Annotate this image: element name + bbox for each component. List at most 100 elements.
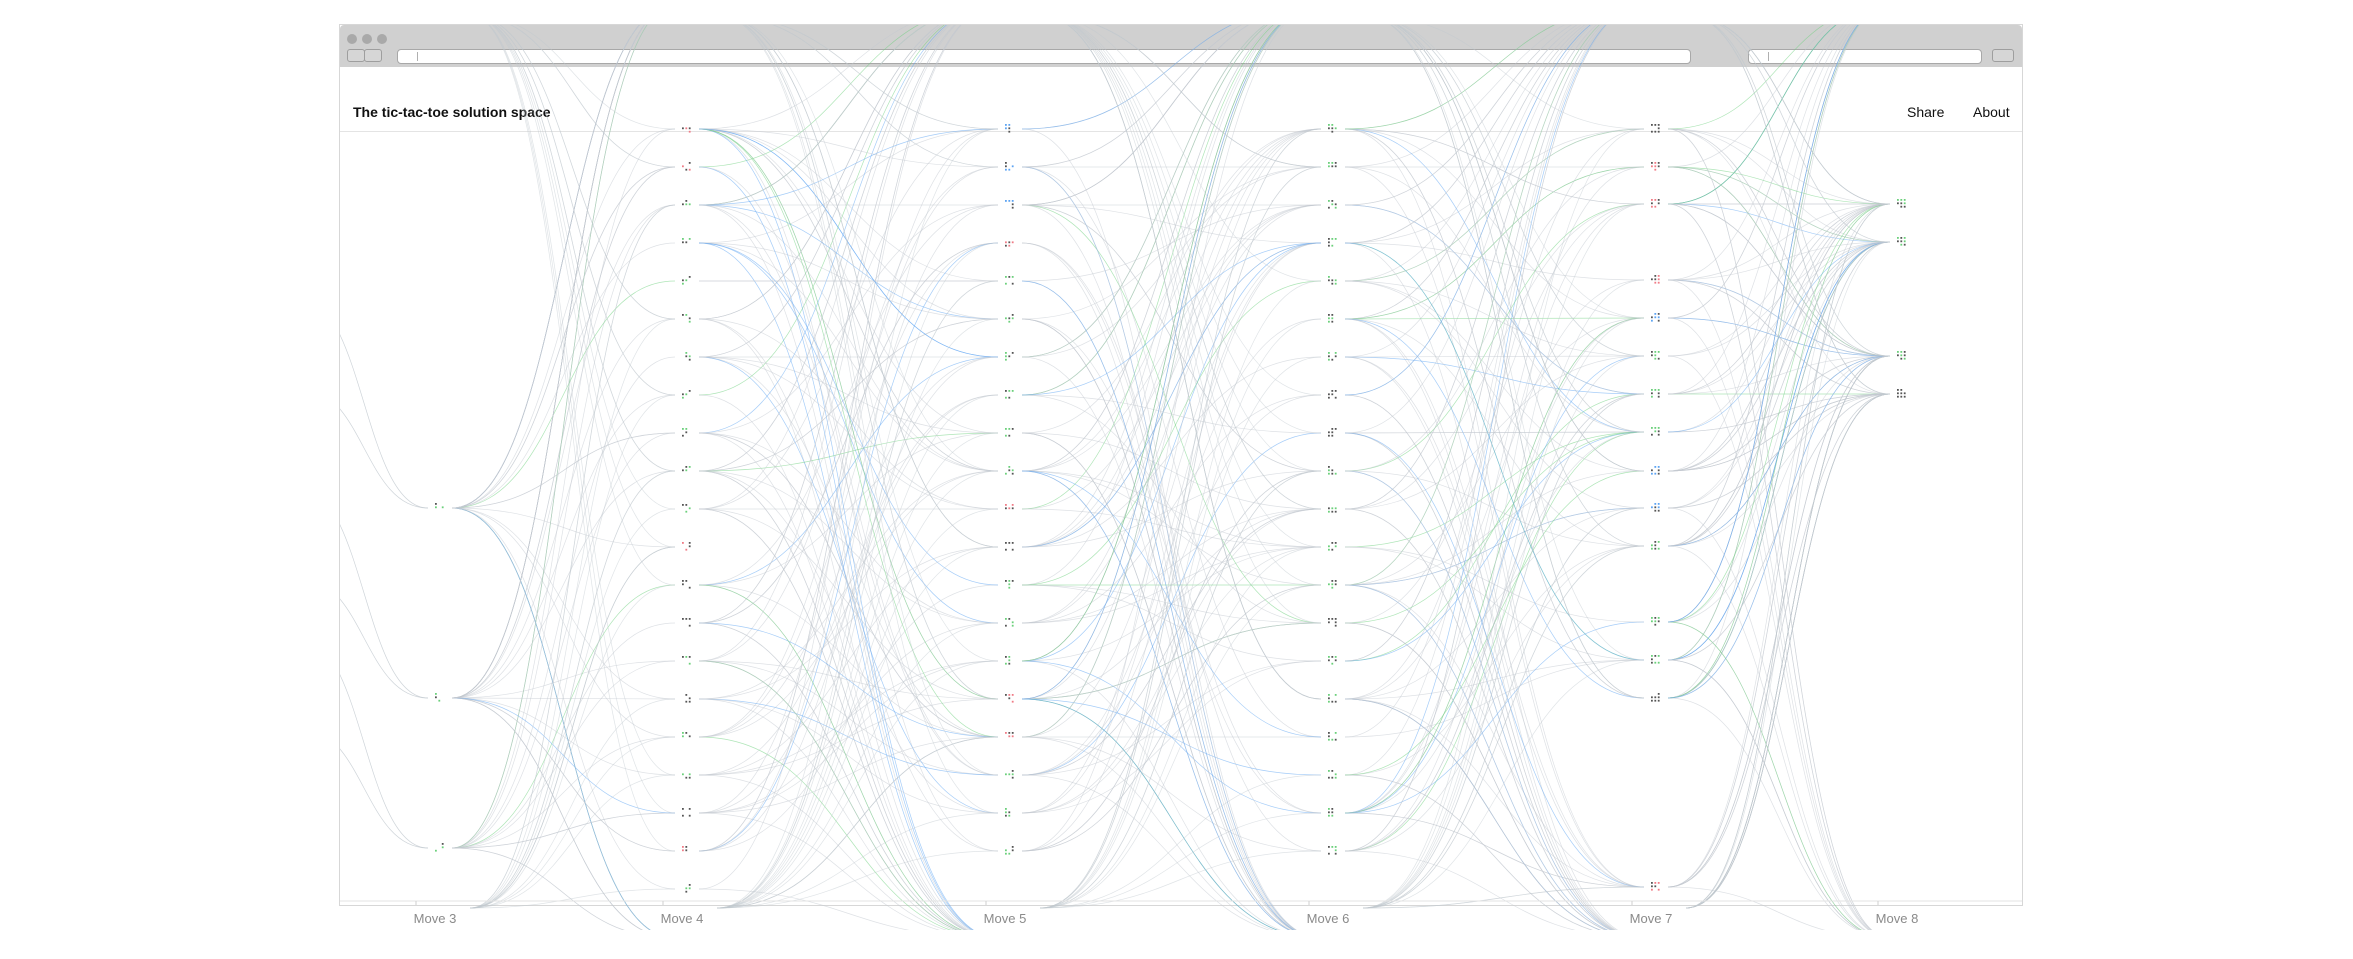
board-node[interactable] <box>1897 237 1906 246</box>
board-node[interactable] <box>1651 617 1660 626</box>
board-node[interactable] <box>1005 466 1014 475</box>
board-node[interactable] <box>1651 389 1660 398</box>
board-node[interactable] <box>1328 694 1337 703</box>
board-node[interactable] <box>1005 200 1014 209</box>
board-node[interactable] <box>682 276 691 285</box>
board-node[interactable] <box>682 238 691 244</box>
board-node[interactable] <box>1651 427 1660 436</box>
board-node[interactable] <box>1328 314 1334 323</box>
board-node[interactable] <box>1328 162 1337 168</box>
board-node[interactable] <box>1897 351 1906 360</box>
board-node[interactable] <box>682 504 691 513</box>
board-node[interactable] <box>1651 162 1660 171</box>
board-node[interactable] <box>682 162 691 171</box>
board-node[interactable] <box>1897 199 1906 208</box>
board-node[interactable] <box>1328 580 1337 589</box>
board-node[interactable] <box>685 694 691 703</box>
board-node[interactable] <box>1328 656 1337 665</box>
board-node[interactable] <box>435 503 444 509</box>
board-node[interactable] <box>1005 694 1014 703</box>
transition-link <box>1021 25 1266 358</box>
transition-link <box>1722 25 1891 205</box>
board-node[interactable] <box>1328 200 1337 209</box>
board-node[interactable] <box>682 808 691 817</box>
board-node[interactable] <box>685 884 691 893</box>
transition-link <box>698 128 999 814</box>
board-node[interactable] <box>1651 275 1660 284</box>
board-mark <box>685 200 688 202</box>
board-mark <box>1005 352 1007 354</box>
board-node[interactable] <box>1005 241 1014 247</box>
board-mark <box>1651 202 1653 205</box>
board-mark <box>1334 659 1337 662</box>
board-node[interactable] <box>1328 428 1337 437</box>
board-node[interactable] <box>682 618 691 627</box>
board-node[interactable] <box>1328 466 1337 475</box>
board-node[interactable] <box>1005 770 1014 779</box>
transition-link <box>779 25 999 130</box>
board-node[interactable] <box>682 428 688 437</box>
board-node[interactable] <box>1328 770 1337 779</box>
board-node[interactable] <box>1005 352 1014 361</box>
board-node[interactable] <box>1005 580 1014 589</box>
board-node[interactable] <box>682 200 691 206</box>
board-node[interactable] <box>1897 389 1906 398</box>
transition-link <box>1344 774 1593 930</box>
board-node[interactable] <box>1005 846 1014 855</box>
board-node[interactable] <box>1005 390 1014 399</box>
board-node[interactable] <box>1005 618 1014 627</box>
board-node[interactable] <box>1328 542 1337 551</box>
board-node[interactable] <box>1005 428 1014 437</box>
board-mark <box>1011 390 1014 392</box>
board-node[interactable] <box>1005 504 1014 510</box>
board-node[interactable] <box>1651 693 1660 702</box>
board-node[interactable] <box>682 656 691 665</box>
board-node[interactable] <box>1651 313 1660 322</box>
board-node[interactable] <box>1651 503 1660 512</box>
browser-window: The tic-tac-toe solution space Share Abo… <box>340 25 2022 930</box>
board-node[interactable] <box>1328 846 1337 855</box>
board-node[interactable] <box>682 466 691 472</box>
board-node[interactable] <box>1328 276 1337 285</box>
board-node[interactable] <box>1328 732 1337 741</box>
board-node[interactable] <box>1005 808 1011 817</box>
board-node[interactable] <box>1328 618 1337 627</box>
board-node[interactable] <box>1005 542 1014 551</box>
board-node[interactable] <box>685 352 691 361</box>
board-node[interactable] <box>1328 352 1337 361</box>
board-node[interactable] <box>1328 808 1334 817</box>
board-mark <box>1654 623 1657 626</box>
board-node[interactable] <box>1651 124 1660 133</box>
board-node[interactable] <box>1005 162 1014 171</box>
board-node[interactable] <box>1328 390 1337 399</box>
board-node[interactable] <box>682 773 691 779</box>
board-node[interactable] <box>1328 238 1337 247</box>
board-mark <box>1900 395 1903 398</box>
board-node[interactable] <box>1651 655 1660 664</box>
board-node[interactable] <box>1005 276 1014 285</box>
board-node[interactable] <box>1005 656 1011 665</box>
board-node[interactable] <box>1005 124 1011 133</box>
board-mark <box>1657 427 1660 429</box>
board-node[interactable] <box>682 127 691 133</box>
board-node[interactable] <box>1328 124 1337 133</box>
board-node[interactable] <box>1328 507 1337 513</box>
board-mark <box>1651 658 1653 661</box>
board-node[interactable] <box>682 314 691 323</box>
board-node[interactable] <box>682 390 691 399</box>
board-node[interactable] <box>1005 732 1014 738</box>
board-node[interactable] <box>682 846 688 852</box>
board-node[interactable] <box>1005 314 1014 323</box>
board-node[interactable] <box>435 693 441 702</box>
board-node[interactable] <box>682 732 691 738</box>
board-node[interactable] <box>682 580 691 589</box>
board-mark <box>1328 814 1330 817</box>
board-node[interactable] <box>1651 351 1660 360</box>
transition-link <box>451 736 676 849</box>
board-node[interactable] <box>682 542 691 551</box>
board-node[interactable] <box>1651 882 1660 891</box>
board-node[interactable] <box>1651 199 1660 208</box>
board-node[interactable] <box>1651 541 1660 550</box>
board-node[interactable] <box>435 843 444 852</box>
board-node[interactable] <box>1651 466 1660 475</box>
